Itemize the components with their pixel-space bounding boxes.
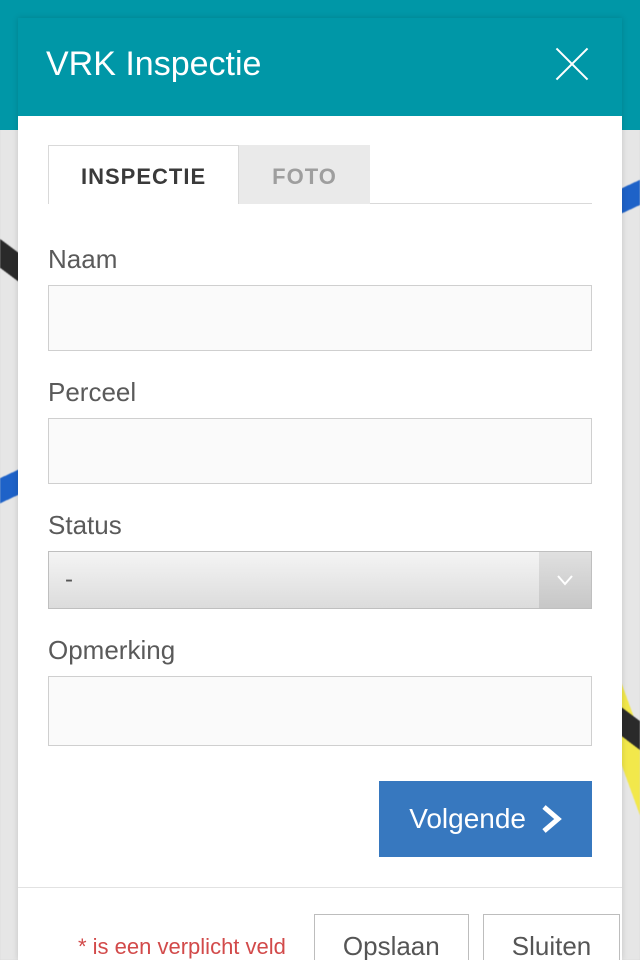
field-opmerking: Opmerking bbox=[48, 635, 592, 751]
inspection-modal: VRK Inspectie INSPECTIE FOTO Naam Percee… bbox=[18, 18, 622, 960]
label-perceel: Perceel bbox=[48, 377, 592, 408]
select-status[interactable]: - bbox=[48, 551, 592, 609]
required-note: * is een verplicht veld bbox=[78, 934, 286, 960]
tab-inspectie[interactable]: INSPECTIE bbox=[48, 145, 239, 204]
chevron-right-icon bbox=[540, 805, 562, 833]
label-status: Status bbox=[48, 510, 592, 541]
label-opmerking: Opmerking bbox=[48, 635, 592, 666]
select-status-value: - bbox=[49, 566, 89, 594]
inspection-form: Naam Perceel Status - Opmerking bbox=[48, 204, 592, 888]
input-opmerking[interactable] bbox=[48, 676, 592, 746]
close-button[interactable]: Sluiten bbox=[483, 914, 621, 960]
modal-body: INSPECTIE FOTO Naam Perceel Status - bbox=[18, 116, 622, 960]
input-naam[interactable] bbox=[48, 285, 592, 351]
field-perceel: Perceel bbox=[48, 377, 592, 484]
label-naam: Naam bbox=[48, 244, 592, 275]
modal-header: VRK Inspectie bbox=[18, 18, 622, 116]
save-button[interactable]: Opslaan bbox=[314, 914, 469, 960]
tab-foto[interactable]: FOTO bbox=[239, 145, 370, 204]
next-button-label: Volgende bbox=[409, 803, 526, 835]
next-button[interactable]: Volgende bbox=[379, 781, 592, 857]
close-icon[interactable] bbox=[550, 42, 594, 86]
chevron-down-icon bbox=[539, 552, 591, 608]
input-perceel[interactable] bbox=[48, 418, 592, 484]
tab-bar: INSPECTIE FOTO bbox=[48, 144, 592, 204]
next-row: Volgende bbox=[48, 777, 592, 887]
modal-title: VRK Inspectie bbox=[46, 45, 261, 84]
field-naam: Naam bbox=[48, 244, 592, 351]
field-status: Status - bbox=[48, 510, 592, 609]
modal-footer: * is een verplicht veld Opslaan Sluiten bbox=[48, 888, 592, 960]
